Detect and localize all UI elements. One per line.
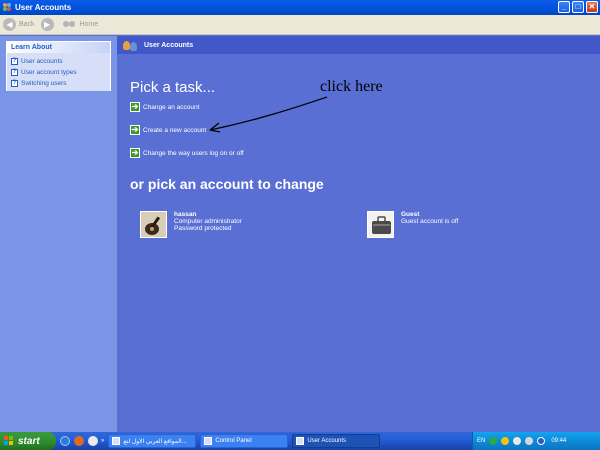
left-task-pane: Learn About ? User accounts ? User accou… (0, 36, 117, 432)
taskbar-button-browser[interactable]: المواقع العربي الاول لتع... (108, 434, 197, 448)
learn-about-list: ? User accounts ? User account types ? S… (7, 54, 110, 91)
learn-item-label: User accounts (21, 58, 63, 65)
home-icon (62, 19, 77, 30)
close-button[interactable]: ✕ (586, 1, 598, 13)
back-arrow-icon: ◀ (3, 18, 16, 31)
minimize-button[interactable]: _ (558, 1, 570, 13)
network-icon[interactable] (489, 437, 498, 445)
account-name: Guest (401, 211, 420, 218)
start-button[interactable]: start (0, 432, 56, 450)
account-guest[interactable]: Guest Guest account is off (367, 211, 458, 238)
guitar-icon (140, 211, 167, 238)
maximize-button[interactable]: □ (572, 1, 584, 13)
home-button[interactable]: Home (62, 19, 99, 30)
forward-button[interactable]: ▶ (40, 18, 57, 31)
star-icon[interactable] (501, 437, 510, 445)
volume-icon[interactable] (525, 437, 534, 445)
home-label: Home (79, 21, 99, 28)
content-header-title: User Accounts (144, 41, 194, 49)
update-icon[interactable] (513, 437, 522, 445)
task-change-account[interactable]: ➔ Change an account (130, 102, 199, 112)
content-header: User Accounts (117, 36, 600, 54)
green-arrow-icon: ➔ (130, 148, 140, 158)
user-accounts-window: User Accounts _ □ ✕ ◀ Back ▶ Home Learn … (0, 0, 600, 450)
briefcase-icon (367, 211, 394, 238)
task-create-new-account[interactable]: ➔ Create a new account (130, 125, 206, 135)
green-arrow-icon: ➔ (130, 102, 140, 112)
learn-item-label: Switching users (21, 80, 67, 87)
taskbar: start » المواقع العربي الاول لتع... Cont… (0, 432, 600, 450)
help-icon: ? (11, 69, 18, 76)
navigation-toolbar: ◀ Back ▶ Home (0, 15, 600, 35)
green-arrow-icon: ➔ (130, 125, 140, 135)
learn-item-switching-users[interactable]: ? Switching users (7, 78, 110, 89)
forward-arrow-icon: ▶ (40, 18, 54, 31)
back-button[interactable]: ◀ Back (3, 18, 35, 31)
windows-flag-icon (4, 436, 14, 446)
back-label: Back (19, 21, 35, 28)
account-info: hassan Computer administrator Password p… (174, 211, 242, 232)
learn-about-title: Learn About (7, 42, 110, 54)
account-status: Password protected (174, 225, 232, 232)
internet-explorer-icon[interactable] (60, 436, 70, 446)
taskbar-button-label: User Accounts (307, 438, 347, 444)
account-hassan[interactable]: hassan Computer administrator Password p… (140, 211, 242, 238)
start-label: start (18, 435, 40, 447)
learn-item-label: User account types (21, 69, 77, 76)
help-icon: ? (11, 58, 18, 65)
user-accounts-icon (3, 3, 12, 12)
learn-about-box: Learn About ? User accounts ? User accou… (6, 41, 111, 91)
control-panel-icon (204, 437, 213, 445)
task-label: Change an account (143, 103, 200, 111)
title-bar[interactable]: User Accounts _ □ ✕ (0, 0, 600, 15)
firefox-icon[interactable] (74, 436, 84, 446)
window-controls: _ □ ✕ (558, 1, 598, 13)
download-icon[interactable] (88, 436, 98, 446)
taskbar-button-control-panel[interactable]: Control Panel (200, 434, 289, 448)
security-icon[interactable] (537, 437, 546, 445)
language-indicator[interactable]: EN (477, 438, 485, 444)
taskbar-button-label: المواقع العربي الاول لتع... (123, 438, 187, 445)
account-name: hassan (174, 211, 197, 218)
taskbar-button-label: Control Panel (215, 438, 252, 444)
user-accounts-icon (123, 40, 138, 51)
clock: 09:44 (551, 438, 567, 444)
learn-item-user-accounts[interactable]: ? User accounts (7, 56, 110, 67)
task-change-logon[interactable]: ➔ Change the way users log on or off (130, 148, 244, 158)
system-tray: EN 09:44 (472, 432, 600, 450)
task-label: Change the way users log on or off (143, 149, 244, 157)
account-type: Computer administrator (174, 218, 242, 225)
browser-window-icon (112, 437, 121, 445)
taskbar-button-user-accounts[interactable]: User Accounts (292, 434, 381, 448)
task-label: Create a new account (143, 126, 207, 134)
user-accounts-icon (296, 437, 305, 445)
annotation-arrow-icon (209, 96, 328, 133)
main-content: User Accounts Pick a task... ➔ Change an… (117, 36, 600, 432)
window-title: User Accounts (15, 3, 72, 12)
account-info: Guest Guest account is off (401, 211, 458, 225)
pick-account-heading: or pick an account to change (130, 176, 324, 192)
account-status: Guest account is off (401, 218, 459, 225)
quick-launch-chevron[interactable]: » (101, 438, 104, 444)
learn-item-user-account-types[interactable]: ? User account types (7, 67, 110, 78)
help-icon: ? (11, 80, 18, 87)
